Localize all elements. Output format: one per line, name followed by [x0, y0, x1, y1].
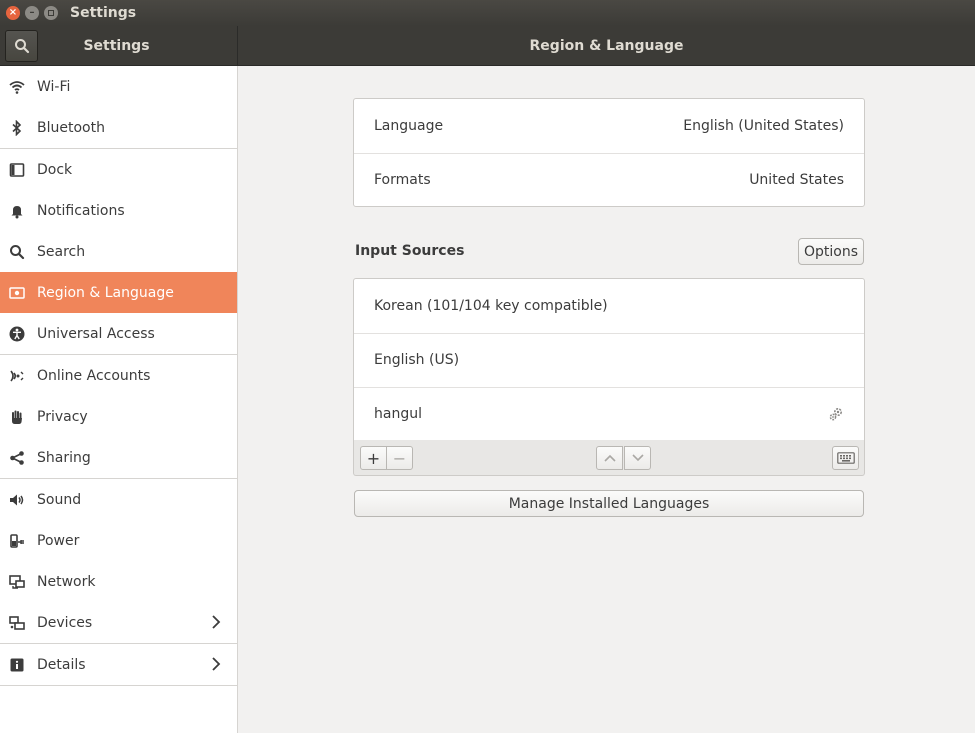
sidebar-item-label: Sound	[37, 491, 82, 508]
language-panel: Language English (United States) Formats…	[353, 98, 865, 207]
window-title: Settings	[70, 5, 137, 21]
accessibility-icon	[8, 325, 25, 342]
sidebar-item-label: Online Accounts	[37, 367, 151, 384]
sidebar-item-label: Dock	[37, 161, 73, 178]
sidebar: Wi-Fi Bluetooth Dock Notifications Searc…	[0, 66, 238, 733]
sidebar-item-search[interactable]: Search	[0, 231, 237, 272]
keyboard-layout-button[interactable]	[832, 446, 859, 470]
options-button[interactable]: Options	[798, 238, 864, 265]
move-up-button[interactable]	[596, 446, 623, 470]
search-icon	[14, 39, 29, 54]
speaker-icon	[8, 491, 25, 508]
header-bar: Settings Region & Language	[0, 26, 975, 66]
maximize-window-button[interactable]	[44, 6, 58, 20]
minimize-window-button[interactable]: –	[25, 6, 39, 20]
input-source-label: hangul	[374, 406, 422, 422]
language-row[interactable]: Language English (United States)	[354, 99, 864, 153]
sidebar-item-wifi[interactable]: Wi-Fi	[0, 66, 237, 107]
language-value: English (United States)	[683, 118, 844, 134]
sidebar-item-label: Region & Language	[37, 284, 174, 301]
sidebar-item-label: Universal Access	[37, 325, 155, 342]
sidebar-item-online-accounts[interactable]: Online Accounts	[0, 355, 237, 396]
sidebar-item-universal-access[interactable]: Universal Access	[0, 313, 237, 354]
language-label: Language	[374, 118, 444, 134]
sidebar-item-label: Network	[37, 573, 96, 590]
sidebar-item-bluetooth[interactable]: Bluetooth	[0, 107, 237, 148]
wifi-icon	[8, 78, 25, 95]
minimize-icon: –	[29, 7, 35, 18]
sidebar-item-devices[interactable]: Devices	[0, 602, 237, 643]
input-source-item[interactable]: English (US)	[354, 333, 864, 387]
input-source-item[interactable]: Korean (101/104 key compatible)	[354, 279, 864, 333]
share-icon	[8, 449, 25, 466]
maximize-icon	[48, 10, 54, 16]
chevron-down-icon	[631, 454, 644, 462]
close-window-button[interactable]: ×	[6, 6, 20, 20]
chevron-right-icon	[212, 615, 221, 629]
sidebar-item-label: Devices	[37, 614, 93, 631]
header-left: Settings	[0, 26, 238, 66]
input-source-label: Korean (101/104 key compatible)	[374, 298, 608, 314]
network-icon	[8, 573, 25, 590]
page-title: Region & Language	[529, 38, 684, 54]
sidebar-item-sound[interactable]: Sound	[0, 479, 237, 520]
move-down-button[interactable]	[624, 446, 651, 470]
chevron-up-icon	[603, 454, 616, 462]
input-source-label: English (US)	[374, 352, 460, 368]
manage-installed-languages-button[interactable]: Manage Installed Languages	[354, 490, 864, 517]
formats-value: United States	[749, 172, 844, 188]
sidebar-item-dock[interactable]: Dock	[0, 149, 237, 190]
formats-row[interactable]: Formats United States	[354, 153, 864, 207]
sidebar-item-privacy[interactable]: Privacy	[0, 396, 237, 437]
input-sources-title: Input Sources	[355, 243, 465, 259]
sidebar-item-label: Notifications	[37, 202, 125, 219]
sidebar-item-power[interactable]: Power	[0, 520, 237, 561]
sidebar-item-notifications[interactable]: Notifications	[0, 190, 237, 231]
online-accounts-icon	[8, 367, 25, 384]
hand-icon	[8, 408, 25, 425]
search-button[interactable]	[5, 30, 38, 62]
devices-icon	[8, 614, 25, 631]
bluetooth-icon	[8, 119, 25, 136]
gears-icon[interactable]	[828, 406, 844, 422]
sidebar-item-label: Power	[37, 532, 80, 549]
input-sources-toolbar: + −	[353, 440, 865, 476]
input-sources-list: Korean (101/104 key compatible) English …	[353, 278, 865, 441]
search-icon	[8, 243, 25, 260]
sidebar-item-label: Search	[37, 243, 86, 260]
sidebar-item-label: Sharing	[37, 449, 91, 466]
add-input-source-button[interactable]: +	[360, 446, 387, 470]
dock-icon	[8, 161, 25, 178]
close-icon: ×	[8, 7, 18, 18]
sidebar-item-label: Details	[37, 656, 86, 673]
bell-icon	[8, 202, 25, 219]
chevron-right-icon	[212, 657, 221, 671]
sidebar-divider	[0, 685, 237, 686]
sidebar-item-network[interactable]: Network	[0, 561, 237, 602]
power-plug-icon	[8, 532, 25, 549]
window-titlebar: × – Settings	[0, 0, 975, 26]
sidebar-item-details[interactable]: Details	[0, 644, 237, 685]
flag-icon	[8, 284, 25, 301]
input-source-item[interactable]: hangul	[354, 387, 864, 441]
sidebar-item-sharing[interactable]: Sharing	[0, 437, 237, 478]
sidebar-item-label: Privacy	[37, 408, 88, 425]
formats-label: Formats	[374, 172, 431, 188]
keyboard-icon	[836, 452, 855, 464]
sidebar-item-label: Wi-Fi	[37, 78, 71, 95]
info-icon	[8, 656, 25, 673]
sidebar-item-label: Bluetooth	[37, 119, 105, 136]
sidebar-item-region-language[interactable]: Region & Language	[0, 272, 237, 313]
remove-input-source-button[interactable]: −	[386, 446, 413, 470]
